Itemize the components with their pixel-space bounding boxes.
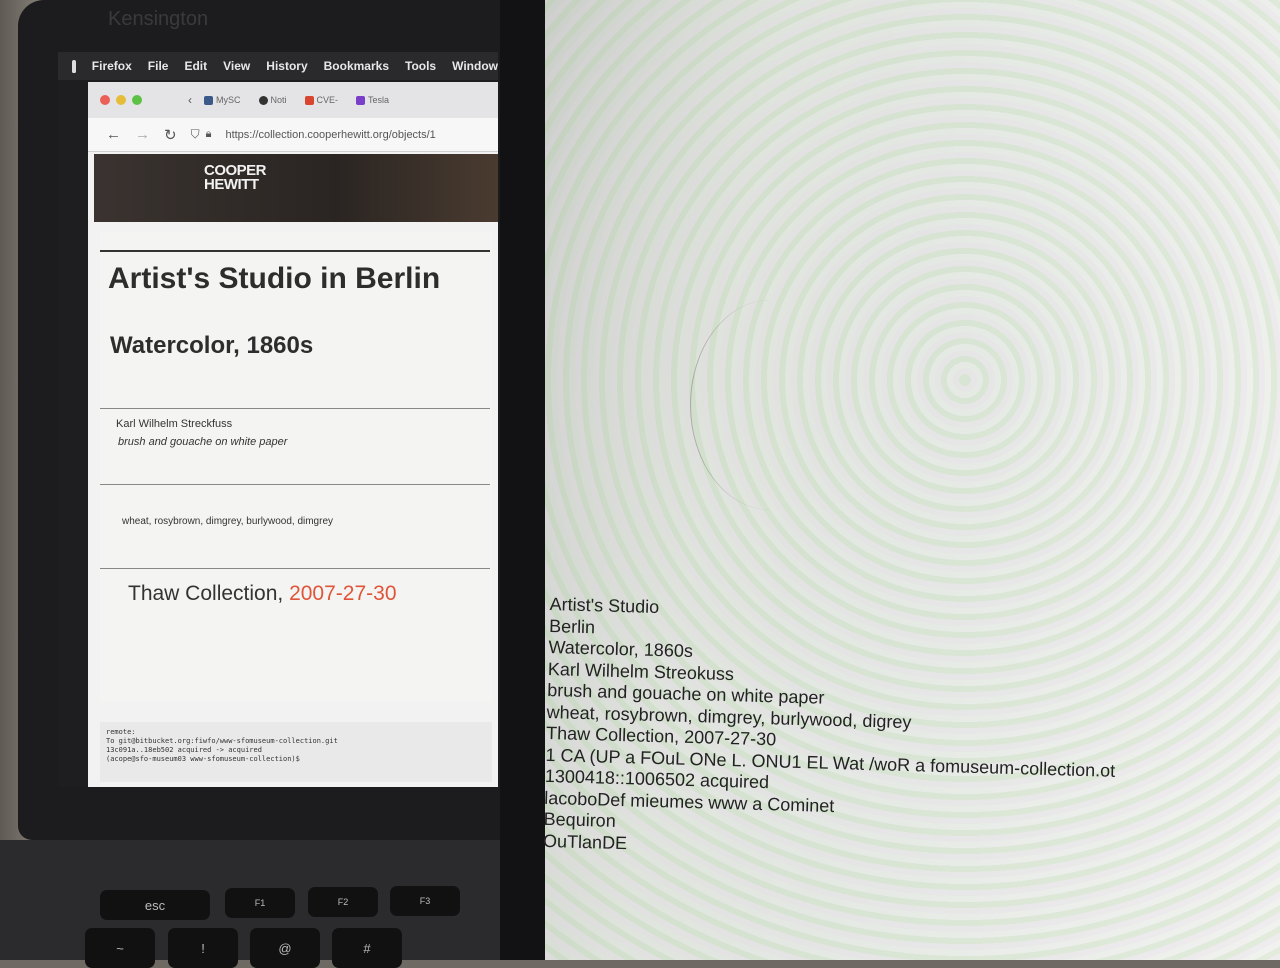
tab-favicon-icon: [304, 95, 314, 105]
menu-tools[interactable]: Tools: [405, 59, 436, 73]
key-f1[interactable]: F1: [225, 888, 295, 918]
menu-file[interactable]: File: [148, 59, 169, 73]
laptop-screen: Firefox File Edit View History Bookmarks…: [58, 52, 498, 787]
browser-window: ‹ MySC Noti CVE- Tesla ← → ↻ ⛉ 🔒︎ https:…: [88, 82, 498, 787]
minimize-window-button[interactable]: [116, 95, 126, 105]
tab-favicon-icon: [204, 95, 213, 105]
close-window-button[interactable]: [100, 95, 110, 105]
tab-tesla[interactable]: Tesla: [350, 95, 395, 105]
menu-history[interactable]: History: [266, 59, 307, 73]
object-page: Artist's Studio in Berlin Watercolor, 18…: [100, 232, 492, 702]
menu-firefox[interactable]: Firefox: [92, 59, 132, 73]
tab-scroll-left-icon[interactable]: ‹: [188, 93, 192, 107]
key-esc[interactable]: esc: [100, 890, 210, 920]
page-subtitle: Watercolor, 1860s: [110, 332, 314, 359]
color-list: wheat, rosybrown, dimgrey, burlywood, di…: [122, 516, 334, 527]
forward-arrow-icon[interactable]: →: [135, 126, 150, 143]
key-f3[interactable]: F3: [390, 886, 460, 916]
tab-mysc[interactable]: MySC: [198, 95, 247, 105]
divider: [100, 484, 490, 485]
monitor-text-block: Artist's Studio Berlin Watercolor, 1860s…: [543, 594, 1270, 872]
collection-line: Thaw Collection, 2007-27-30: [128, 582, 397, 606]
page-title: Artist's Studio in Berlin: [108, 262, 441, 295]
lock-icon: 🔒︎: [205, 128, 212, 140]
menu-bookmarks[interactable]: Bookmarks: [324, 59, 389, 73]
key-f2[interactable]: F2: [308, 887, 378, 917]
back-arrow-icon[interactable]: ←: [106, 126, 121, 143]
url-bar[interactable]: https://collection.cooperhewitt.org/obje…: [225, 129, 435, 141]
artist-name[interactable]: Karl Wilhelm Streckfuss: [116, 418, 232, 430]
site-logo[interactable]: COOPER HEWITT: [204, 163, 267, 193]
medium: brush and gouache on white paper: [118, 436, 288, 448]
nav-bar: ← → ↻ ⛉ 🔒︎ https://collection.cooperhewi…: [88, 118, 498, 152]
terminal-line: remote:: [106, 728, 136, 736]
github-icon: [258, 95, 268, 105]
menu-bar: Firefox File Edit View History Bookmarks…: [58, 52, 498, 80]
tab-label: Tesla: [368, 95, 390, 105]
tab-cve[interactable]: CVE-: [299, 95, 345, 105]
site-header: COOPER HEWITT: [94, 154, 498, 222]
reload-icon[interactable]: ↻: [164, 126, 177, 144]
key-2[interactable]: @: [250, 928, 320, 968]
zoom-window-button[interactable]: [132, 95, 142, 105]
terminal-line: To git@bitbucket.org:fiwfo/www-sfomuseum…: [106, 737, 338, 745]
apple-icon[interactable]: [72, 59, 76, 73]
menu-view[interactable]: View: [223, 59, 250, 73]
tab-favicon-icon: [356, 95, 366, 105]
tab-label: Noti: [270, 95, 287, 105]
terminal-line: (acope@sfo-museum03 www-sfomuseum-collec…: [106, 755, 300, 763]
key-1[interactable]: !: [168, 928, 238, 968]
tab-bar: ‹ MySC Noti CVE- Tesla: [88, 82, 498, 118]
keyboard: esc F1 F2 F3 ~ ! @ #: [0, 840, 515, 968]
tab-label: MySC: [216, 95, 241, 105]
terminal-window[interactable]: remote: To git@bitbucket.org:fiwfo/www-s…: [100, 722, 492, 782]
reflection-arc: [690, 300, 851, 510]
tab-notion[interactable]: Noti: [253, 95, 293, 105]
key-3[interactable]: #: [332, 928, 402, 968]
terminal-line: 13c091a..18eb502 acquired -> acquired: [106, 746, 262, 754]
menu-window[interactable]: Window: [452, 59, 498, 73]
divider: [100, 408, 490, 409]
menu-edit[interactable]: Edit: [184, 59, 207, 73]
divider: [100, 568, 490, 569]
tab-label: CVE-: [316, 95, 339, 105]
accession-number[interactable]: 2007-27-30: [289, 582, 396, 605]
key-tilde[interactable]: ~: [85, 928, 155, 968]
laptop-edge: [500, 0, 545, 960]
collection-name: Thaw Collection,: [128, 582, 290, 605]
logo-line: HEWITT: [204, 176, 259, 193]
shield-icon[interactable]: ⛉: [191, 127, 200, 142]
divider: [100, 250, 490, 252]
brand-label: Kensington: [108, 8, 209, 30]
